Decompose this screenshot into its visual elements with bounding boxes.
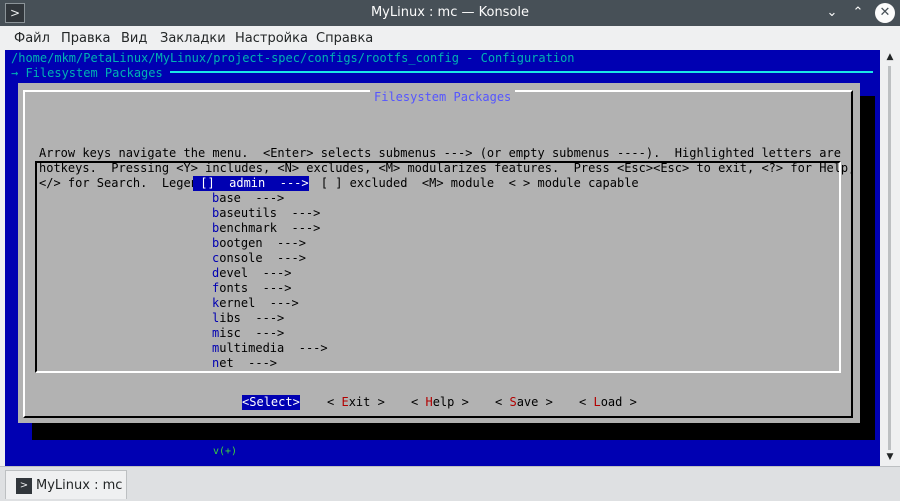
menu-item[interactable]: [] admin ---> — [193, 176, 309, 191]
window-titlebar: > MyLinux : mc — Konsole ⌄ ⌃ ✕ — [0, 0, 900, 26]
menu-help[interactable]: Справка — [316, 31, 373, 46]
help-line-1: Arrow keys navigate the menu. <Enter> se… — [39, 146, 841, 160]
button-bracket: < — [327, 395, 342, 409]
menu-item[interactable]: base ---> — [212, 191, 284, 206]
button-bar: <Select> < Exit > < Help > < Save > < Load > — [18, 383, 860, 423]
menu-item-label: ultimedia — [219, 341, 285, 355]
menu-item[interactable]: kernel ---> — [212, 296, 299, 311]
menu-item[interactable]: bootgen ---> — [212, 236, 306, 251]
submenu-arrow: ---> — [255, 296, 299, 310]
submenu-arrow: ---> — [262, 251, 306, 265]
submenu-arrow: ---> — [240, 311, 285, 325]
dialog-title: Filesystem Packages — [370, 90, 516, 105]
button-label: elect> — [256, 395, 300, 409]
config-path: /home/mkm/PetaLinux/MyLinux/project-spec… — [11, 51, 575, 65]
close-button[interactable]: ✕ — [875, 3, 895, 23]
menu-item-label: evel — [219, 266, 249, 280]
menu-item-prefix: [] — [193, 176, 230, 190]
minimize-button[interactable]: ⌄ — [822, 3, 842, 23]
maximize-button[interactable]: ⌃ — [848, 3, 868, 23]
menu-item[interactable]: fonts ---> — [212, 281, 292, 296]
menuconfig-dialog: Filesystem Packages Arrow keys navigate … — [18, 83, 860, 457]
menu-box: [] admin ---> base ---> baseutils ---> benc… — [35, 161, 841, 457]
window-title: MyLinux : mc — Konsole — [370, 5, 530, 20]
menu-item-label: enchmark — [219, 221, 278, 235]
menu-item[interactable]: console ---> — [212, 251, 306, 266]
menu-item[interactable]: net ---> — [212, 356, 277, 371]
menu-item-label: ernel — [219, 296, 256, 310]
submenu-arrow: ---> — [248, 266, 292, 280]
submenu-arrow: ---> — [262, 236, 306, 250]
menu-item-label: ootgen — [219, 236, 263, 250]
tab-bar: > MyLinux : mc — [0, 466, 900, 501]
menu-item[interactable]: baseutils ---> — [212, 206, 320, 221]
menu-item[interactable]: benchmark ---> — [212, 221, 320, 236]
terminal-icon: > — [16, 478, 32, 494]
submenu-arrow: ---> — [233, 356, 278, 370]
menu-edit[interactable]: Правка — [61, 31, 110, 46]
menu-item[interactable]: misc ---> — [212, 326, 284, 341]
menu-item[interactable]: devel ---> — [212, 266, 292, 281]
menu-file[interactable]: Файл — [14, 31, 50, 46]
submenu-arrow: ---> — [277, 206, 321, 220]
menu-item-label: aseutils — [219, 206, 278, 220]
button-bracket: < — [579, 395, 594, 409]
button-label: ave > — [516, 395, 553, 409]
menu-bar: Файл Правка Вид Закладки Настройка Справ… — [0, 26, 900, 50]
menu-view[interactable]: Вид — [121, 31, 147, 46]
tab-mylinux-mc[interactable]: > MyLinux : mc — [5, 470, 127, 499]
button-label: elp > — [432, 395, 469, 409]
button-hotkey: S — [509, 395, 517, 409]
submenu-arrow: ---> — [265, 176, 309, 190]
submenu-arrow: ---> — [240, 326, 285, 340]
submenu-arrow: ---> — [240, 191, 285, 205]
menu-item[interactable]: multimedia ---> — [212, 341, 328, 356]
button-bracket: < — [411, 395, 426, 409]
terminal-area[interactable]: /home/mkm/PetaLinux/MyLinux/project-spec… — [5, 50, 880, 466]
submenu-arrow: ---> — [248, 281, 292, 295]
button-hotkey: H — [425, 395, 433, 409]
menu-item-label: dmin — [236, 176, 266, 190]
button-hotkey: E — [341, 395, 349, 409]
breadcrumb: → Filesystem Packages — [11, 66, 163, 80]
submenu-arrow: ---> — [277, 221, 321, 235]
tab-label: MyLinux : mc — [36, 478, 123, 493]
button-label: oad > — [600, 395, 637, 409]
menu-item-label: et — [219, 356, 234, 370]
scroll-more-indicator: v(+) — [213, 446, 238, 457]
menu-bookmarks[interactable]: Закладки — [160, 31, 226, 46]
menu-settings[interactable]: Настройка — [235, 31, 308, 46]
menu-item[interactable]: libs ---> — [212, 311, 284, 326]
exit-button[interactable]: < Exit > — [327, 395, 385, 410]
menu-item-label: onts — [219, 281, 249, 295]
terminal-scrollbar[interactable]: ▲ ▼ — [880, 50, 900, 466]
scrollbar-track[interactable] — [888, 66, 891, 450]
menu-item-label: isc — [219, 326, 241, 340]
scroll-up-icon[interactable]: ▲ — [880, 52, 900, 62]
scroll-down-icon[interactable]: ▼ — [880, 452, 900, 462]
menu-item-label: ase — [219, 191, 241, 205]
help-button[interactable]: < Help > — [411, 395, 469, 410]
breadcrumb-rule — [170, 71, 873, 73]
menu-item-label: onsole — [219, 251, 263, 265]
load-button[interactable]: < Load > — [579, 395, 637, 410]
button-label: xit > — [348, 395, 385, 409]
button-hotkey: L — [593, 395, 601, 409]
select-button[interactable]: <Select> — [242, 395, 300, 410]
menu-item-label: ibs — [219, 311, 241, 325]
submenu-arrow: ---> — [284, 341, 328, 355]
save-button[interactable]: < Save > — [495, 395, 553, 410]
button-bracket: < — [495, 395, 510, 409]
